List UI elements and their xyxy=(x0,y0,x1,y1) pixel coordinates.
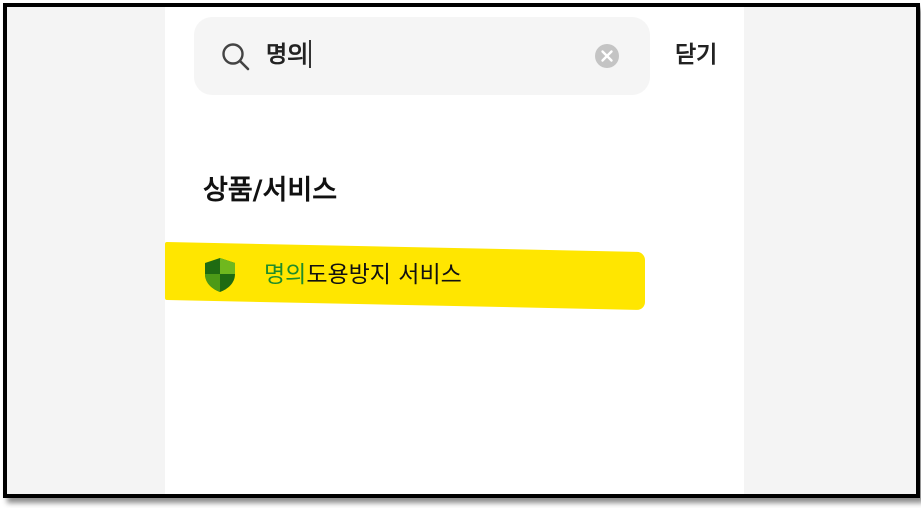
app-screen: 명의 닫기 상품/서비스 명의도용방지 서비스 xyxy=(165,7,744,494)
search-query-text: 명의 xyxy=(266,42,309,68)
result-label: 명의도용방지 서비스 xyxy=(264,259,462,291)
screenshot-frame: 명의 닫기 상품/서비스 명의도용방지 서비스 xyxy=(3,3,920,498)
search-bar[interactable]: 명의 xyxy=(194,17,650,95)
result-match-text: 명의 xyxy=(264,262,307,288)
section-title: 상품/서비스 xyxy=(203,175,338,206)
search-input[interactable]: 명의 xyxy=(266,39,312,71)
text-caret xyxy=(309,39,312,68)
shield-icon xyxy=(205,258,235,292)
search-icon xyxy=(222,43,250,71)
list-item[interactable]: 명의도용방지 서비스 xyxy=(203,253,603,297)
close-button[interactable]: 닫기 xyxy=(675,39,717,71)
clear-search-icon[interactable] xyxy=(594,43,620,69)
result-rest-text: 도용방지 서비스 xyxy=(306,262,462,288)
